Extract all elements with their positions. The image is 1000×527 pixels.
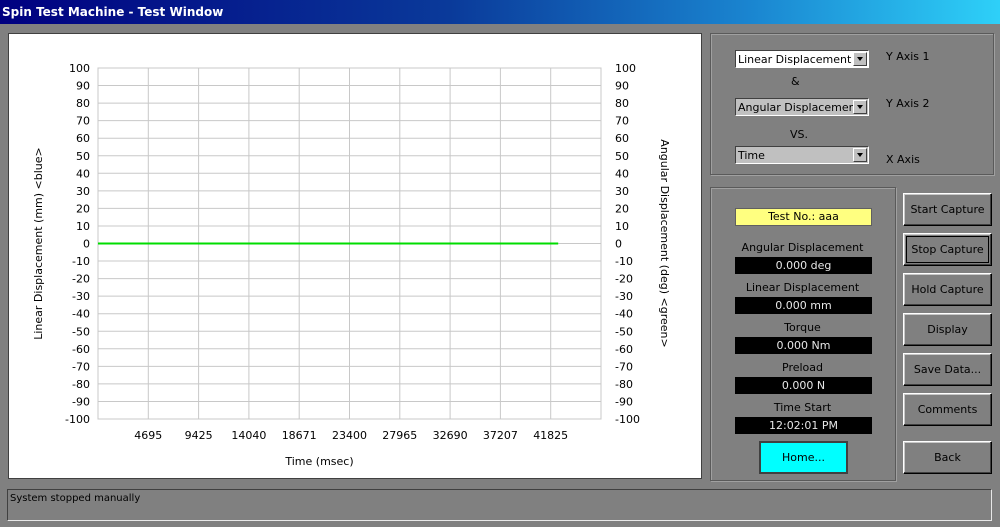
y2-tick-label: 70 [615,115,629,128]
start-capture-button[interactable]: Start Capture [903,193,992,226]
y-tick-label: 80 [76,97,90,110]
test-number-badge: Test No.: aaa [735,208,872,226]
y2-tick-label: -40 [615,308,633,321]
y-axis-2-label: Y Axis 2 [886,97,930,110]
and-text: & [791,75,800,88]
status-bar: System stopped manually [7,489,992,521]
y-tick-label: -70 [72,360,90,373]
x-tick-label: 4695 [134,429,162,442]
y2-tick-label: 80 [615,97,629,110]
x-tick-label: 23400 [332,429,367,442]
y2-tick-label: 20 [615,202,629,215]
stop-capture-button[interactable]: Stop Capture [903,233,992,266]
y2-tick-label: 40 [615,167,629,180]
y2-tick-label: -30 [615,290,633,303]
linear-displacement-label: Linear Displacement [745,281,860,294]
back-button[interactable]: Back [903,441,992,474]
y-tick-label: -40 [72,308,90,321]
y-tick-label: -30 [72,290,90,303]
x-axis-value: Time [738,149,765,162]
title-bar[interactable]: Spin Test Machine - Test Window [0,0,1000,24]
comments-button[interactable]: Comments [903,393,992,426]
x-axis-title: Time (msec) [284,455,353,468]
y-tick-label: 50 [76,150,90,163]
x-tick-label: 27965 [382,429,417,442]
y-tick-label: 60 [76,132,90,145]
home-button[interactable]: Home... [759,441,848,474]
x-tick-label: 41825 [533,429,568,442]
chart-panel: 100 100 90 90 80 80 70 70 60 60 50 50 40 40 30 30 20 20 10… [8,33,702,479]
y2-tick-label: -70 [615,360,633,373]
y-tick-label: -10 [72,255,90,268]
x-axis-label: X Axis [886,153,920,166]
y-axis-2-value: Angular Displacement [738,101,860,114]
preload-label: Preload [782,361,823,374]
y-tick-label: -50 [72,325,90,338]
y-axis-2-dropdown-icon[interactable] [853,100,867,114]
save-data-button[interactable]: Save Data... [903,353,992,386]
preload-value: 0.000 N [735,377,872,394]
y2-tick-label: -10 [615,255,633,268]
y2-tick-label: -20 [615,273,633,286]
y2-tick-label: 0 [615,238,622,251]
y-axis-title: Linear Displacement (mm) <blue> [32,147,45,340]
time-start-label: Time Start [773,401,832,414]
hold-capture-button[interactable]: Hold Capture [903,273,992,306]
torque-value: 0.000 Nm [735,337,872,354]
y2-axis-title: Angular Displacement (deg) <green> [658,139,671,347]
y2-tick-label: -100 [615,413,640,426]
x-tick-label: 18671 [282,429,317,442]
x-tick-label: 14040 [231,429,266,442]
x-axis-select[interactable]: Time [735,146,869,164]
y2-tick-label: 90 [615,80,629,93]
y-tick-label: 100 [69,62,90,75]
y-axis-1-select[interactable]: Linear Displacement [735,50,869,68]
y-tick-label: 0 [83,238,90,251]
y-tick-label: 40 [76,167,90,180]
x-tick-label: 9425 [185,429,213,442]
y-tick-label: -20 [72,273,90,286]
status-text: System stopped manually [10,493,141,504]
x-tick-label: 32690 [433,429,468,442]
y2-tick-label: 100 [615,62,636,75]
y-tick-label: 90 [76,80,90,93]
x-axis-dropdown-icon[interactable] [853,148,867,162]
y-tick-label: -90 [72,395,90,408]
y-tick-label: 10 [76,220,90,233]
y-axis-1-dropdown-icon[interactable] [853,52,867,66]
y-axis-1-value: Linear Displacement [738,53,852,66]
x-tick-label: 37207 [483,429,518,442]
y2-tick-label: -80 [615,378,633,391]
y2-tick-label: -50 [615,325,633,338]
y-tick-label: 70 [76,115,90,128]
angular-displacement-value: 0.000 deg [735,257,872,274]
angular-displacement-label: Angular Displacement [741,241,864,254]
y-tick-label: 30 [76,185,90,198]
time-start-value: 12:02:01 PM [735,417,872,434]
y-tick-label: -100 [65,413,90,426]
y-tick-label: 20 [76,202,90,215]
chart-svg: 100 10090 9080 8070 7060 6050 5040 4030 3020 2010… [32,62,671,468]
y2-tick-label: -60 [615,343,633,356]
y2-tick-label: 10 [615,220,629,233]
y-axis-1-label: Y Axis 1 [886,50,930,63]
torque-label: Torque [784,321,821,334]
y-tick-label: -80 [72,378,90,391]
y2-tick-label: 50 [615,150,629,163]
display-button[interactable]: Display [903,313,992,346]
y2-tick-label: 30 [615,185,629,198]
linear-displacement-value: 0.000 mm [735,297,872,314]
y-tick-label: -60 [72,343,90,356]
y2-tick-label: -90 [615,395,633,408]
vs-text: VS. [790,128,809,141]
y-axis-2-select[interactable]: Angular Displacement [735,98,869,116]
window-title: Spin Test Machine - Test Window [2,5,224,19]
y2-tick-label: 60 [615,132,629,145]
readings-group [710,187,896,481]
